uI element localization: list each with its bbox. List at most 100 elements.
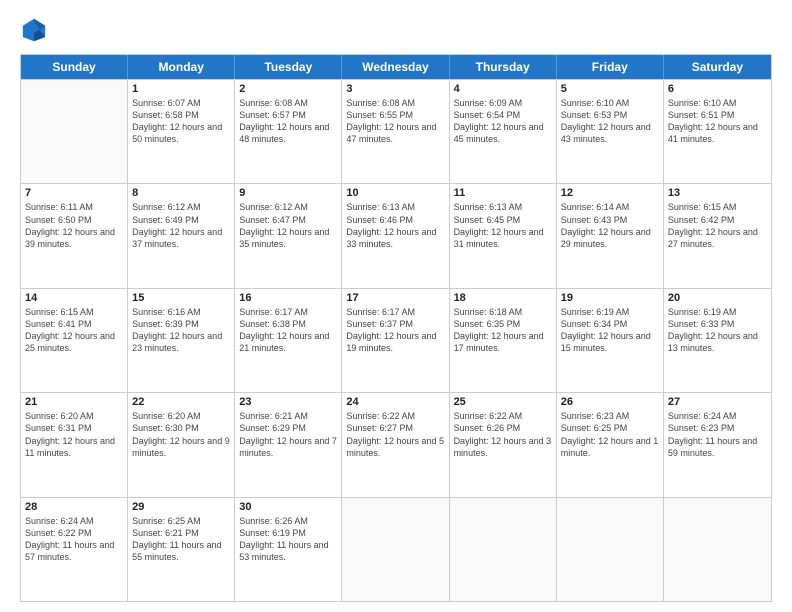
day-number: 7	[25, 187, 123, 199]
day-cell-8: 8Sunrise: 6:12 AM Sunset: 6:49 PM Daylig…	[128, 184, 235, 287]
day-number: 1	[132, 83, 230, 95]
day-info: Sunrise: 6:21 AM Sunset: 6:29 PM Dayligh…	[239, 410, 337, 459]
day-number: 6	[668, 83, 767, 95]
day-header-sunday: Sunday	[21, 55, 128, 79]
logo	[20, 16, 52, 44]
day-cell-10: 10 Sunrise: 6:13 AM Sunset: 6:46 PM Dayli…	[342, 184, 449, 287]
empty-cell	[557, 498, 664, 601]
day-info: Sunrise: 6:22 AM Sunset: 6:27 PM Dayligh…	[346, 410, 444, 459]
day-info: Sunrise: 6:09 AM Sunset: 6:54 PM Dayligh…	[454, 97, 552, 146]
calendar-week-4: 21 Sunrise: 6:20 AM Sunset: 6:31 PM Dayli…	[21, 392, 771, 496]
day-cell-23: 23Sunrise: 6:21 AM Sunset: 6:29 PM Dayli…	[235, 393, 342, 496]
day-cell-30: 30 Sunrise: 6:26 AM Sunset: 6:19 PM Dayli…	[235, 498, 342, 601]
day-number: 15	[132, 292, 230, 304]
calendar-week-5: 28 Sunrise: 6:24 AM Sunset: 6:22 PM Dayli…	[21, 497, 771, 601]
day-number: 14	[25, 292, 123, 304]
day-info: Sunrise: 6:12 AM Sunset: 6:47 PM Dayligh…	[239, 201, 337, 250]
day-number: 19	[561, 292, 659, 304]
day-number: 21	[25, 396, 123, 408]
day-header-tuesday: Tuesday	[235, 55, 342, 79]
day-info: Sunrise: 6:19 AM Sunset: 6:33 PM Dayligh…	[668, 306, 767, 355]
day-info: Sunrise: 6:26 AM Sunset: 6:19 PM Dayligh…	[239, 515, 337, 564]
day-info: Sunrise: 6:18 AM Sunset: 6:35 PM Dayligh…	[454, 306, 552, 355]
day-cell-4: 4 Sunrise: 6:09 AM Sunset: 6:54 PM Daylig…	[450, 80, 557, 183]
day-info: Sunrise: 6:13 AM Sunset: 6:46 PM Dayligh…	[346, 201, 444, 250]
day-info: Sunrise: 6:23 AM Sunset: 6:25 PM Dayligh…	[561, 410, 659, 459]
day-cell-2: 2Sunrise: 6:08 AM Sunset: 6:57 PM Daylig…	[235, 80, 342, 183]
day-number: 11	[454, 187, 552, 199]
day-header-thursday: Thursday	[450, 55, 557, 79]
day-cell-15: 15 Sunrise: 6:16 AM Sunset: 6:39 PM Dayli…	[128, 289, 235, 392]
day-info: Sunrise: 6:17 AM Sunset: 6:38 PM Dayligh…	[239, 306, 337, 355]
day-number: 2	[239, 83, 337, 95]
day-number: 12	[561, 187, 659, 199]
day-cell-17: 17Sunrise: 6:17 AM Sunset: 6:37 PM Dayli…	[342, 289, 449, 392]
day-number: 4	[454, 83, 552, 95]
day-info: Sunrise: 6:10 AM Sunset: 6:53 PM Dayligh…	[561, 97, 659, 146]
day-cell-18: 18 Sunrise: 6:18 AM Sunset: 6:35 PM Dayli…	[450, 289, 557, 392]
day-cell-5: 5 Sunrise: 6:10 AM Sunset: 6:53 PM Daylig…	[557, 80, 664, 183]
day-header-friday: Friday	[557, 55, 664, 79]
day-info: Sunrise: 6:20 AM Sunset: 6:31 PM Dayligh…	[25, 410, 123, 459]
day-number: 29	[132, 501, 230, 513]
day-info: Sunrise: 6:24 AM Sunset: 6:22 PM Dayligh…	[25, 515, 123, 564]
empty-cell	[342, 498, 449, 601]
day-number: 20	[668, 292, 767, 304]
day-info: Sunrise: 6:15 AM Sunset: 6:41 PM Dayligh…	[25, 306, 123, 355]
day-cell-27: 27 Sunrise: 6:24 AM Sunset: 6:23 PM Dayli…	[664, 393, 771, 496]
day-number: 9	[239, 187, 337, 199]
day-cell-12: 12Sunrise: 6:14 AM Sunset: 6:43 PM Dayli…	[557, 184, 664, 287]
day-info: Sunrise: 6:08 AM Sunset: 6:55 PM Dayligh…	[346, 97, 444, 146]
day-cell-26: 26 Sunrise: 6:23 AM Sunset: 6:25 PM Dayli…	[557, 393, 664, 496]
calendar-body: 1 Sunrise: 6:07 AM Sunset: 6:58 PM Daylig…	[21, 79, 771, 601]
day-info: Sunrise: 6:13 AM Sunset: 6:45 PM Dayligh…	[454, 201, 552, 250]
day-number: 10	[346, 187, 444, 199]
day-info: Sunrise: 6:15 AM Sunset: 6:42 PM Dayligh…	[668, 201, 767, 250]
day-cell-28: 28 Sunrise: 6:24 AM Sunset: 6:22 PM Dayli…	[21, 498, 128, 601]
day-cell-24: 24Sunrise: 6:22 AM Sunset: 6:27 PM Dayli…	[342, 393, 449, 496]
day-info: Sunrise: 6:07 AM Sunset: 6:58 PM Dayligh…	[132, 97, 230, 146]
day-cell-14: 14 Sunrise: 6:15 AM Sunset: 6:41 PM Dayli…	[21, 289, 128, 392]
day-info: Sunrise: 6:19 AM Sunset: 6:34 PM Dayligh…	[561, 306, 659, 355]
day-number: 8	[132, 187, 230, 199]
day-number: 22	[132, 396, 230, 408]
empty-cell	[450, 498, 557, 601]
day-cell-19: 19 Sunrise: 6:19 AM Sunset: 6:34 PM Dayli…	[557, 289, 664, 392]
day-number: 26	[561, 396, 659, 408]
day-number: 27	[668, 396, 767, 408]
day-info: Sunrise: 6:11 AM Sunset: 6:50 PM Dayligh…	[25, 201, 123, 250]
empty-cell	[664, 498, 771, 601]
day-cell-21: 21 Sunrise: 6:20 AM Sunset: 6:31 PM Dayli…	[21, 393, 128, 496]
day-cell-1: 1 Sunrise: 6:07 AM Sunset: 6:58 PM Daylig…	[128, 80, 235, 183]
page: SundayMondayTuesdayWednesdayThursdayFrid…	[0, 0, 792, 612]
calendar: SundayMondayTuesdayWednesdayThursdayFrid…	[20, 54, 772, 602]
day-number: 17	[346, 292, 444, 304]
day-number: 18	[454, 292, 552, 304]
header	[20, 16, 772, 44]
day-number: 3	[346, 83, 444, 95]
day-header-wednesday: Wednesday	[342, 55, 449, 79]
day-info: Sunrise: 6:25 AM Sunset: 6:21 PM Dayligh…	[132, 515, 230, 564]
day-cell-13: 13 Sunrise: 6:15 AM Sunset: 6:42 PM Dayli…	[664, 184, 771, 287]
day-number: 28	[25, 501, 123, 513]
calendar-week-1: 1 Sunrise: 6:07 AM Sunset: 6:58 PM Daylig…	[21, 79, 771, 183]
day-header-saturday: Saturday	[664, 55, 771, 79]
day-cell-3: 3 Sunrise: 6:08 AM Sunset: 6:55 PM Daylig…	[342, 80, 449, 183]
day-cell-29: 29 Sunrise: 6:25 AM Sunset: 6:21 PM Dayli…	[128, 498, 235, 601]
empty-cell	[21, 80, 128, 183]
day-info: Sunrise: 6:16 AM Sunset: 6:39 PM Dayligh…	[132, 306, 230, 355]
day-header-monday: Monday	[128, 55, 235, 79]
day-cell-20: 20 Sunrise: 6:19 AM Sunset: 6:33 PM Dayli…	[664, 289, 771, 392]
calendar-header: SundayMondayTuesdayWednesdayThursdayFrid…	[21, 55, 771, 79]
day-cell-25: 25Sunrise: 6:22 AM Sunset: 6:26 PM Dayli…	[450, 393, 557, 496]
day-number: 5	[561, 83, 659, 95]
day-cell-9: 9 Sunrise: 6:12 AM Sunset: 6:47 PM Daylig…	[235, 184, 342, 287]
day-info: Sunrise: 6:10 AM Sunset: 6:51 PM Dayligh…	[668, 97, 767, 146]
day-info: Sunrise: 6:24 AM Sunset: 6:23 PM Dayligh…	[668, 410, 767, 459]
day-number: 30	[239, 501, 337, 513]
day-number: 13	[668, 187, 767, 199]
day-info: Sunrise: 6:22 AM Sunset: 6:26 PM Dayligh…	[454, 410, 552, 459]
logo-icon	[20, 16, 48, 44]
day-cell-22: 22Sunrise: 6:20 AM Sunset: 6:30 PM Dayli…	[128, 393, 235, 496]
calendar-week-2: 7 Sunrise: 6:11 AM Sunset: 6:50 PM Daylig…	[21, 183, 771, 287]
